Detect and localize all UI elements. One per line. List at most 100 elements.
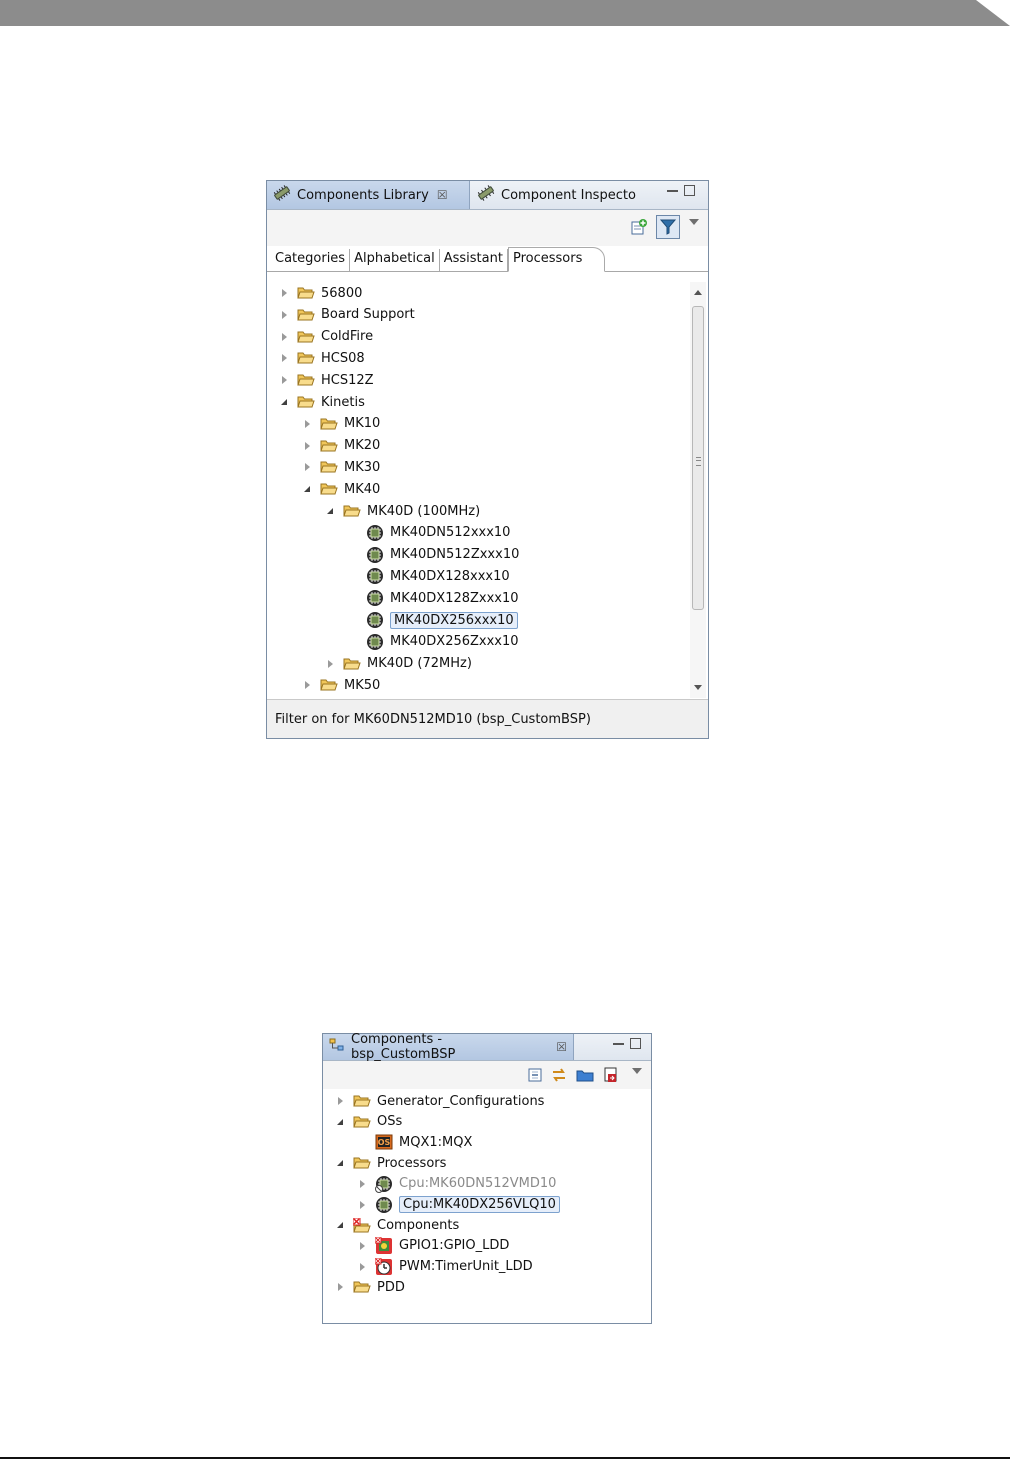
- tree-item[interactable]: Cpu:MK40DX256VLQ10: [357, 1194, 560, 1216]
- tree-item[interactable]: HCS12Z: [279, 369, 374, 391]
- folder-icon: [353, 1156, 371, 1170]
- tree-item[interactable]: Generator_Configurations: [335, 1090, 544, 1112]
- collapse-arrow-icon[interactable]: [302, 484, 312, 494]
- tree-item[interactable]: MK40D (100MHz): [325, 500, 480, 522]
- tree-item[interactable]: GPIO1:GPIO_LDD: [357, 1235, 509, 1257]
- processor-icon: [366, 611, 384, 629]
- add-component-icon[interactable]: [629, 217, 649, 237]
- tree-item[interactable]: MK40D (72MHz): [325, 653, 472, 675]
- tab-components-library[interactable]: Components Library ☒: [267, 181, 470, 209]
- export-icon[interactable]: [601, 1065, 621, 1085]
- subtab-alphabetical[interactable]: Alphabetical: [350, 249, 440, 271]
- tree-item[interactable]: MK10: [302, 413, 380, 435]
- components-library-view: Components Library ☒ Component Inspecto …: [266, 180, 709, 739]
- tree-item[interactable]: 56800: [279, 282, 362, 304]
- tree-item[interactable]: MK40DX128xxx10: [348, 565, 510, 587]
- expand-arrow-icon[interactable]: [279, 353, 289, 363]
- expand-arrow-icon[interactable]: [357, 1200, 367, 1210]
- filter-status: Filter on for MK60DN512MD10 (bsp_CustomB…: [267, 699, 708, 738]
- expand-arrow-icon[interactable]: [279, 375, 289, 385]
- tree-item[interactable]: Components: [335, 1214, 459, 1236]
- tree-item[interactable]: MK30: [302, 456, 380, 478]
- tree-item[interactable]: MK40DN512Zxxx10: [348, 544, 519, 566]
- tree-item-label: MK40DN512xxx10: [390, 525, 511, 541]
- expand-arrow-icon[interactable]: [279, 310, 289, 320]
- tree-item[interactable]: PWM:TimerUnit_LDD: [357, 1256, 533, 1278]
- expand-arrow-icon[interactable]: [335, 1096, 345, 1106]
- folder-icon: [297, 330, 315, 344]
- component-inspector-icon: [477, 185, 495, 205]
- expand-arrow-icon[interactable]: [302, 462, 312, 472]
- tree-item[interactable]: MK40DX256xxx10: [348, 609, 518, 631]
- components-view-icon: [329, 1038, 345, 1056]
- tree-item-label: 56800: [321, 285, 363, 301]
- scroll-down-icon[interactable]: [694, 685, 702, 690]
- minimize-icon[interactable]: [667, 190, 678, 192]
- tab-components-bsp[interactable]: Components - bsp_CustomBSP ☒: [323, 1032, 574, 1062]
- tree-item-label: Cpu:MK60DN512VMD10: [399, 1176, 557, 1192]
- scroll-thumb[interactable]: [692, 306, 704, 610]
- collapse-arrow-icon[interactable]: [325, 506, 335, 516]
- view-menu-icon[interactable]: [632, 1068, 642, 1074]
- tree-item[interactable]: MK40DN512xxx10: [348, 522, 510, 544]
- folder-icon: [297, 286, 315, 300]
- tree-item[interactable]: MK40: [302, 478, 380, 500]
- expand-arrow-icon[interactable]: [302, 680, 312, 690]
- folder-icon: [320, 417, 338, 431]
- expand-arrow-icon[interactable]: [279, 288, 289, 298]
- tree-item-label: Processors: [377, 1155, 447, 1171]
- view-window-controls: [667, 185, 695, 196]
- tree-item-label: MK40DX128Zxxx10: [390, 590, 519, 606]
- tree-item[interactable]: MK40DX256Zxxx10: [348, 631, 519, 653]
- collapse-all-icon[interactable]: [525, 1065, 545, 1085]
- expand-arrow-icon[interactable]: [357, 1262, 367, 1272]
- filter-icon[interactable]: [656, 215, 680, 239]
- expand-arrow-icon[interactable]: [302, 441, 312, 451]
- tree-item[interactable]: Board Support: [279, 304, 415, 326]
- tree-item[interactable]: MK50: [302, 674, 380, 696]
- svg-text:OS: OS: [378, 1138, 391, 1147]
- collapse-arrow-icon[interactable]: [279, 397, 289, 407]
- view-tab-bar: Components Library ☒ Component Inspecto: [267, 181, 708, 210]
- link-editor-icon[interactable]: [549, 1065, 569, 1085]
- scroll-up-icon[interactable]: [694, 290, 702, 295]
- vertical-scrollbar[interactable]: [690, 282, 706, 698]
- expand-arrow-icon[interactable]: [302, 419, 312, 429]
- subtab-assistant[interactable]: Assistant: [440, 249, 508, 271]
- tree-item-label: MK40D (72MHz): [367, 656, 472, 672]
- tab-component-inspector[interactable]: Component Inspecto: [471, 181, 653, 209]
- expand-arrow-icon[interactable]: [335, 1282, 345, 1292]
- folder-icon: [297, 395, 315, 409]
- subtab-categories[interactable]: Categories: [273, 249, 351, 271]
- tree-item-label: ColdFire: [321, 329, 374, 345]
- tree-item[interactable]: Processors: [335, 1152, 446, 1174]
- expand-arrow-icon[interactable]: [279, 332, 289, 342]
- view-menu-icon[interactable]: [689, 219, 699, 225]
- tree-item[interactable]: OSs: [335, 1111, 402, 1133]
- tree-item[interactable]: MK40DX128Zxxx10: [348, 587, 519, 609]
- tree-item[interactable]: ColdFire: [279, 326, 373, 348]
- expand-arrow-icon[interactable]: [357, 1241, 367, 1251]
- subtab-processors[interactable]: Processors: [507, 247, 606, 272]
- collapse-arrow-icon[interactable]: [335, 1158, 345, 1168]
- tree-item[interactable]: PDD: [335, 1276, 405, 1298]
- folder-error-icon: [352, 1217, 371, 1233]
- tree-item[interactable]: Kinetis: [279, 391, 365, 413]
- tree-item[interactable]: OS MQX1:MQX: [357, 1131, 472, 1153]
- minimize-icon[interactable]: [613, 1043, 624, 1045]
- expand-arrow-icon[interactable]: [325, 659, 335, 669]
- folder-icon[interactable]: [575, 1065, 595, 1085]
- tree-item[interactable]: HCS08: [279, 347, 365, 369]
- close-icon[interactable]: ☒: [556, 1040, 567, 1054]
- close-icon[interactable]: ☒: [437, 188, 448, 202]
- maximize-icon[interactable]: [630, 1038, 641, 1049]
- collapse-arrow-icon[interactable]: [335, 1220, 345, 1230]
- maximize-icon[interactable]: [684, 185, 695, 196]
- tree-item[interactable]: MK20: [302, 435, 380, 457]
- expand-arrow-icon[interactable]: [357, 1179, 367, 1189]
- collapse-arrow-icon[interactable]: [335, 1117, 345, 1127]
- tree-item[interactable]: Cpu:MK60DN512VMD10: [357, 1173, 556, 1195]
